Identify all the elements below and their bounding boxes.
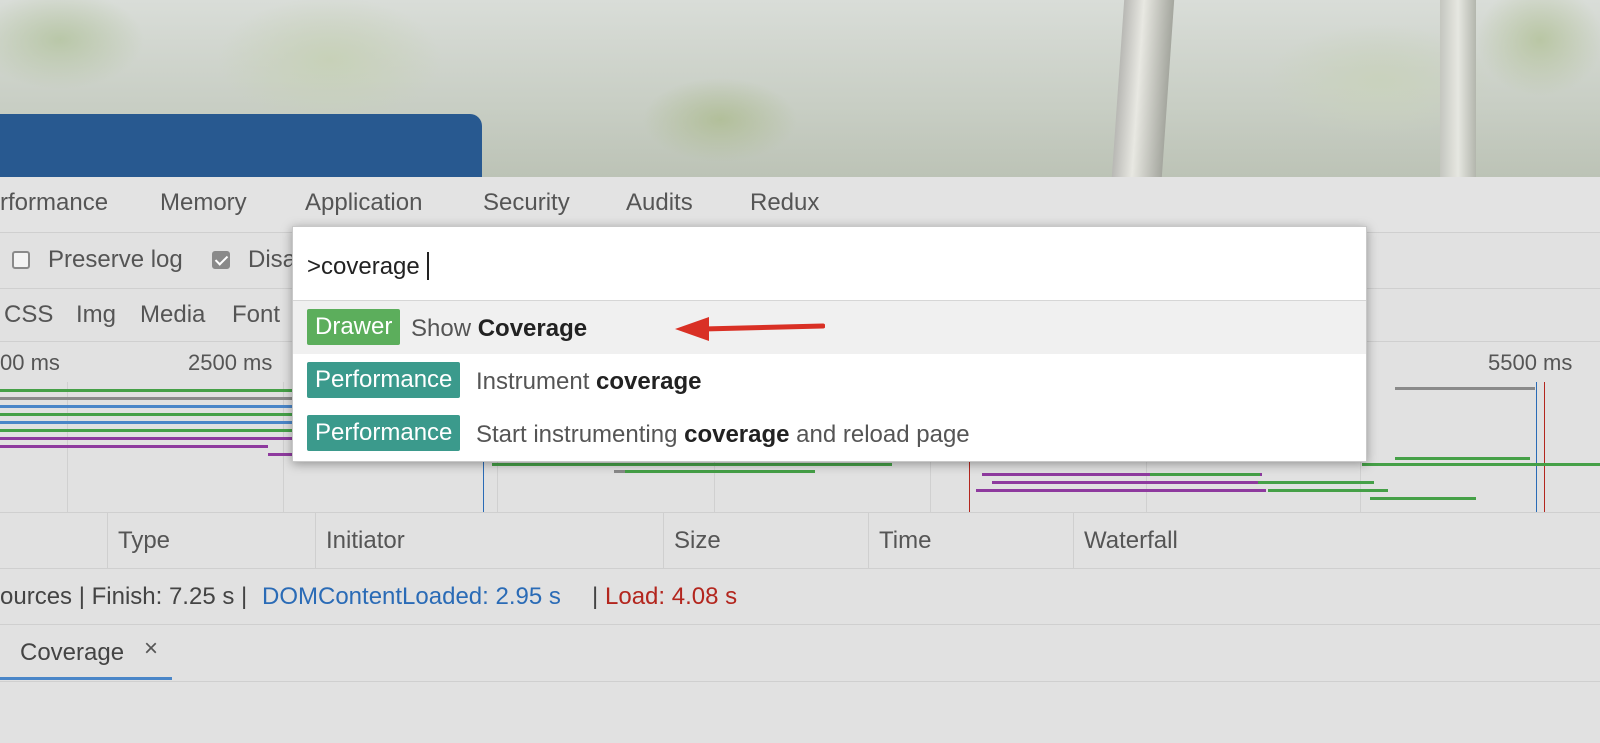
preserve-log-label: Preserve log	[48, 246, 183, 273]
command-menu: >coverage Drawer Show Coverage Performan…	[292, 226, 1367, 462]
waterfall-bar	[1268, 489, 1388, 492]
column-label: Waterfall	[1084, 527, 1178, 554]
tab-audits[interactable]: Audits	[626, 189, 693, 217]
drawer-tab-label: Coverage	[20, 639, 125, 666]
waterfall-bar	[0, 421, 292, 424]
timeline-tick: 00 ms	[0, 350, 60, 375]
column-initiator[interactable]: Initiator	[315, 513, 664, 568]
page-background-photo	[0, 0, 1600, 177]
command-text-match: Coverage	[477, 315, 588, 342]
close-icon[interactable]: ×	[144, 635, 158, 663]
waterfall-bar	[1362, 463, 1600, 466]
tab-security[interactable]: Security	[483, 189, 570, 217]
filter-font[interactable]: Font	[232, 301, 280, 329]
waterfall-bar	[625, 470, 815, 473]
column-size[interactable]: Size	[663, 513, 869, 568]
drawer-tab-coverage[interactable]: Coverage ×	[0, 625, 172, 680]
waterfall-bar	[1395, 457, 1530, 460]
devtools-tabbar: rformance Memory Application Security Au…	[0, 177, 1600, 233]
filter-css[interactable]: CSS	[4, 301, 53, 329]
grid-line	[283, 382, 284, 512]
command-text-match: coverage	[684, 421, 790, 448]
command-item-start-instrumenting[interactable]: Performance Start instrumenting coverage…	[293, 407, 1366, 460]
column-time[interactable]: Time	[868, 513, 1074, 568]
dcl-marker	[1536, 382, 1537, 512]
command-input-value: >coverage	[307, 253, 420, 280]
waterfall-bar	[0, 445, 268, 448]
waterfall-bar	[1150, 473, 1260, 476]
category-badge: Performance	[307, 362, 461, 398]
command-text-prefix: Start instrumenting	[476, 421, 685, 448]
category-badge: Drawer	[307, 309, 401, 345]
load-marker	[1544, 382, 1545, 512]
summary-load: Load: 4.08 s	[605, 583, 738, 610]
summary-finish: ources | Finish: 7.25 s |	[0, 583, 248, 610]
command-text-prefix: Instrument	[476, 368, 597, 395]
summary-dom-content-loaded: DOMContentLoaded: 2.95 s	[262, 583, 561, 610]
waterfall-bar	[492, 463, 892, 466]
tab-performance[interactable]: rformance	[0, 189, 108, 217]
summary-separator: |	[592, 583, 599, 610]
column-label: Initiator	[326, 527, 405, 554]
waterfall-bar	[1370, 497, 1476, 500]
waterfall-bar	[0, 389, 292, 392]
request-table-header: Type Initiator Size Time Waterfall	[0, 513, 1600, 569]
waterfall-bar	[0, 413, 292, 416]
waterfall-bar	[0, 429, 292, 432]
waterfall-bar	[1395, 387, 1535, 390]
timeline-tick: 5500 ms	[1488, 350, 1573, 375]
command-text-suffix: and reload page	[789, 421, 970, 448]
drawer-tabbar: Coverage ×	[0, 625, 1600, 682]
disable-cache-label: Disa	[248, 246, 297, 273]
column-label: Time	[879, 527, 932, 554]
timeline-tick: 2500 ms	[188, 350, 273, 375]
command-text-prefix: Show	[411, 315, 478, 342]
filter-media[interactable]: Media	[140, 301, 205, 329]
red-arrow-icon	[675, 317, 825, 341]
page-header-panel	[0, 114, 482, 177]
tree-trunk	[1440, 0, 1476, 177]
column-label: Type	[118, 527, 171, 554]
waterfall-bar	[1258, 481, 1374, 484]
command-input[interactable]: >coverage	[293, 227, 1366, 301]
disable-cache-checkbox[interactable]	[212, 251, 230, 269]
command-item-text: Start instrumenting coverage and reload …	[476, 421, 970, 449]
column-type[interactable]: Type	[107, 513, 316, 568]
text-caret	[427, 252, 429, 280]
command-item-text: Show Coverage	[411, 315, 587, 343]
category-badge: Performance	[307, 415, 461, 451]
preserve-log-checkbox[interactable]	[12, 251, 30, 269]
command-item-instrument-coverage[interactable]: Performance Instrument coverage	[293, 354, 1366, 407]
filter-img[interactable]: Img	[76, 301, 116, 329]
command-item-text: Instrument coverage	[476, 368, 701, 396]
waterfall-bar	[0, 397, 292, 400]
waterfall-bar	[976, 489, 1266, 492]
column-waterfall[interactable]: Waterfall	[1073, 513, 1600, 568]
command-text-match: coverage	[596, 368, 702, 395]
tab-application[interactable]: Application	[305, 189, 422, 217]
network-summary: ources | Finish: 7.25 s | DOMContentLoad…	[0, 569, 1600, 625]
waterfall-bar	[0, 437, 292, 440]
command-item-show-coverage[interactable]: Drawer Show Coverage	[293, 301, 1366, 354]
tab-redux[interactable]: Redux	[750, 189, 819, 217]
column-label: Size	[674, 527, 721, 554]
tab-memory[interactable]: Memory	[160, 189, 247, 217]
waterfall-bar	[0, 405, 292, 408]
tree-trunk	[1111, 0, 1175, 177]
